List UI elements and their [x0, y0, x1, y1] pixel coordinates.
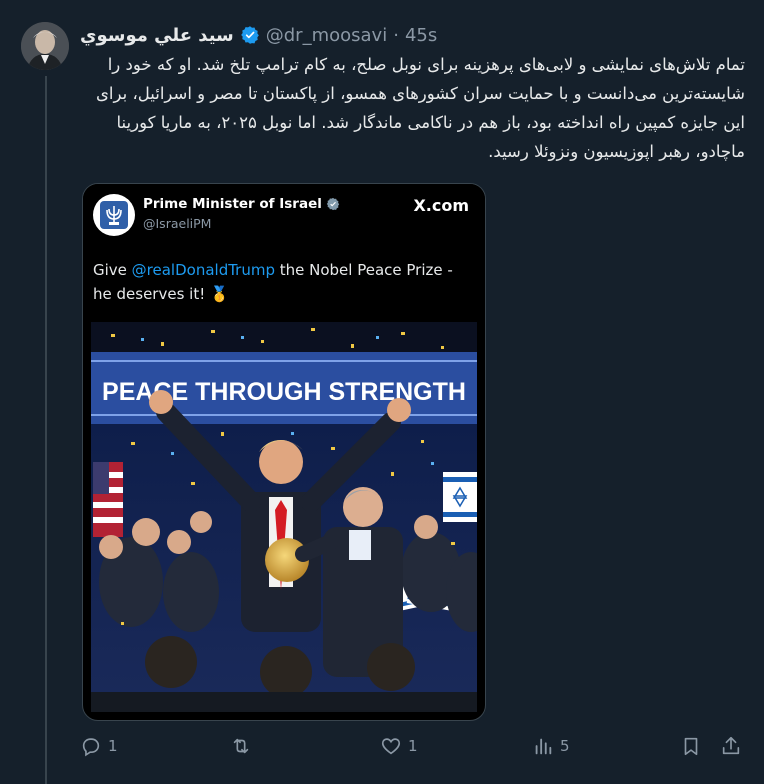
israel-flag	[443, 472, 477, 522]
share-icon	[722, 736, 740, 755]
post-text: تمام تلاش‌های نمایشی و لابی‌های پرهزینه …	[96, 55, 745, 161]
action-bar: 1 1 5	[80, 730, 750, 762]
like-count: 1	[408, 737, 418, 755]
post-header: سيد علي موسوي @dr_moosavi · 45s	[80, 22, 437, 48]
quoted-handle: @IsraeliPM	[143, 216, 212, 231]
reply-icon	[82, 738, 100, 757]
xcom-logo: X.com	[413, 196, 469, 215]
retweet-icon	[233, 738, 249, 754]
gray-verified-icon	[326, 197, 340, 211]
avatar[interactable]	[21, 22, 69, 70]
pm-logo-icon	[93, 194, 135, 236]
quoted-image[interactable]: Prime Minister of Israel @IsraeliPM X.co…	[82, 183, 486, 721]
quoted-header: Prime Minister of Israel @IsraeliPM X.co…	[83, 184, 485, 303]
bookmark-icon	[684, 737, 698, 756]
quoted-text-start: Give	[93, 261, 132, 279]
avatar-photo	[21, 22, 69, 70]
quoted-text: Give @realDonaldTrump the Nobel Peace Pr…	[93, 258, 473, 306]
bar-chart-icon	[535, 738, 552, 755]
heart-icon	[381, 738, 401, 755]
author-name[interactable]: سيد علي موسوي	[80, 25, 234, 46]
thread-line	[45, 76, 47, 784]
like-button[interactable]: 1	[380, 730, 418, 762]
quoted-mention: @realDonaldTrump	[131, 261, 275, 279]
retweet-button[interactable]	[230, 730, 258, 762]
reply-button[interactable]: 1	[80, 730, 118, 762]
views-button[interactable]: 5	[532, 730, 570, 762]
quoted-author: Prime Minister of Israel	[143, 196, 340, 212]
quoted-author-name: Prime Minister of Israel	[143, 196, 322, 212]
author-handle[interactable]: @dr_moosavi	[266, 25, 387, 46]
header-separator: ·	[393, 24, 399, 46]
rally-photo: PEACE THROUGH STRENGTH	[91, 322, 477, 712]
bookmark-button[interactable]	[680, 730, 702, 762]
share-button[interactable]	[720, 730, 742, 762]
post-time[interactable]: 45s	[405, 25, 437, 46]
verified-badge-icon	[240, 26, 259, 44]
views-count: 5	[560, 737, 570, 755]
reply-count: 1	[108, 737, 118, 755]
